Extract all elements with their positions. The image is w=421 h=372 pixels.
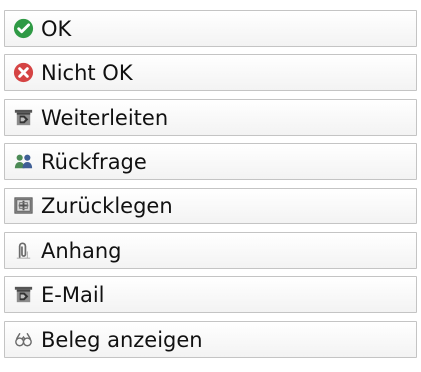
ok-label: OK <box>41 16 72 41</box>
view-document-label: Beleg anzeigen <box>41 327 203 352</box>
forward-button[interactable]: Weiterleiten <box>4 98 417 136</box>
query-button[interactable]: Rückfrage <box>4 143 417 180</box>
ok-button[interactable]: OK <box>4 10 417 47</box>
paperclip-icon <box>12 239 35 262</box>
glasses-icon <box>12 328 35 351</box>
shelve-box-icon <box>12 194 35 217</box>
mail-forward-icon <box>12 283 35 306</box>
forward-label: Weiterleiten <box>41 105 169 130</box>
check-circle-icon <box>12 17 35 40</box>
shelve-label: Zurücklegen <box>41 194 173 219</box>
users-icon <box>12 150 35 173</box>
not-ok-button[interactable]: Nicht OK <box>4 54 417 92</box>
email-label: E-Mail <box>41 283 105 308</box>
view-document-button[interactable]: Beleg anzeigen <box>4 320 417 358</box>
attachment-button[interactable]: Anhang <box>4 231 417 269</box>
shelve-button[interactable]: Zurücklegen <box>4 187 417 225</box>
x-circle-icon <box>12 61 35 84</box>
attachment-label: Anhang <box>41 238 122 263</box>
action-list: OK Nicht OK Weiterleiten Rückfrage Zurüc… <box>4 10 417 358</box>
query-label: Rückfrage <box>41 150 147 175</box>
not-ok-label: Nicht OK <box>41 61 133 86</box>
email-button[interactable]: E-Mail <box>4 276 417 314</box>
forward-tray-icon <box>12 106 35 129</box>
